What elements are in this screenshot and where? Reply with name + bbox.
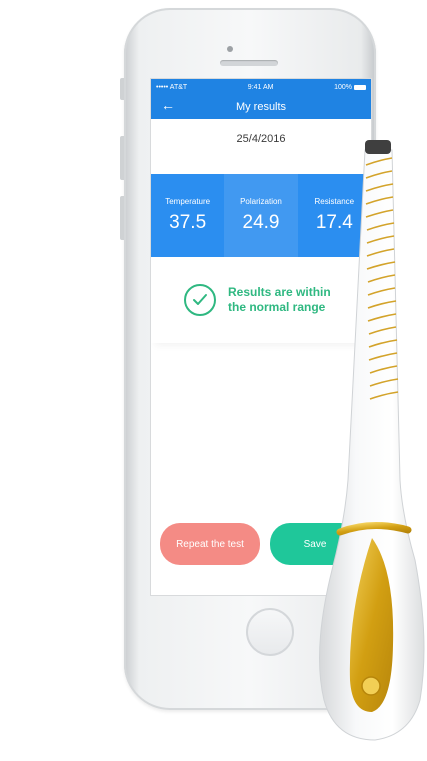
home-button[interactable]	[246, 608, 294, 656]
metric-value: 24.9	[242, 212, 280, 233]
phone-screen: ••••• AT&T 9:41 AM 100% ← My results 25/…	[150, 78, 372, 596]
metric-temperature: Temperature 37.5	[151, 174, 224, 257]
result-message: Results are within the normal range	[228, 285, 338, 315]
result-date: 25/4/2016	[236, 133, 286, 145]
metric-resistance: Resistance 17.4	[298, 174, 371, 257]
metric-label: Resistance	[314, 197, 355, 206]
metrics-panel: Temperature 37.5 Polarization 24.9 Resis…	[151, 174, 371, 257]
metric-polarization: Polarization 24.9	[224, 174, 298, 257]
metric-value: 17.4	[315, 212, 353, 233]
status-time: 9:41 AM	[247, 83, 274, 91]
metric-label: Polarization	[240, 197, 282, 206]
front-camera	[227, 46, 233, 52]
battery-indicator: 100%	[334, 84, 366, 91]
volume-up-button	[120, 136, 124, 180]
mute-switch	[120, 78, 124, 100]
repeat-test-button[interactable]: Repeat the test	[160, 523, 260, 565]
volume-down-button	[120, 196, 124, 240]
page-title: My results	[235, 101, 287, 113]
nav-bar: ← My results	[151, 95, 371, 119]
carrier-text: ••••• AT&T	[156, 83, 188, 91]
status-bar: ••••• AT&T 9:41 AM 100%	[151, 79, 371, 95]
result-message-line2: the normal range	[228, 300, 326, 314]
metric-value: 37.5	[169, 212, 207, 233]
result-message-line1: Results are within	[228, 285, 331, 299]
check-circle-icon	[184, 284, 216, 316]
result-status: Results are within the normal range	[151, 257, 371, 343]
battery-percent: 100%	[334, 83, 352, 91]
earpiece-speaker	[220, 60, 278, 66]
battery-icon	[354, 84, 366, 90]
save-button[interactable]: Save	[270, 523, 360, 565]
action-buttons: Repeat the test Save	[160, 523, 360, 565]
arrow-left-icon[interactable]: ←	[161, 97, 175, 113]
check-icon	[193, 294, 207, 305]
metric-label: Temperature	[165, 197, 211, 206]
